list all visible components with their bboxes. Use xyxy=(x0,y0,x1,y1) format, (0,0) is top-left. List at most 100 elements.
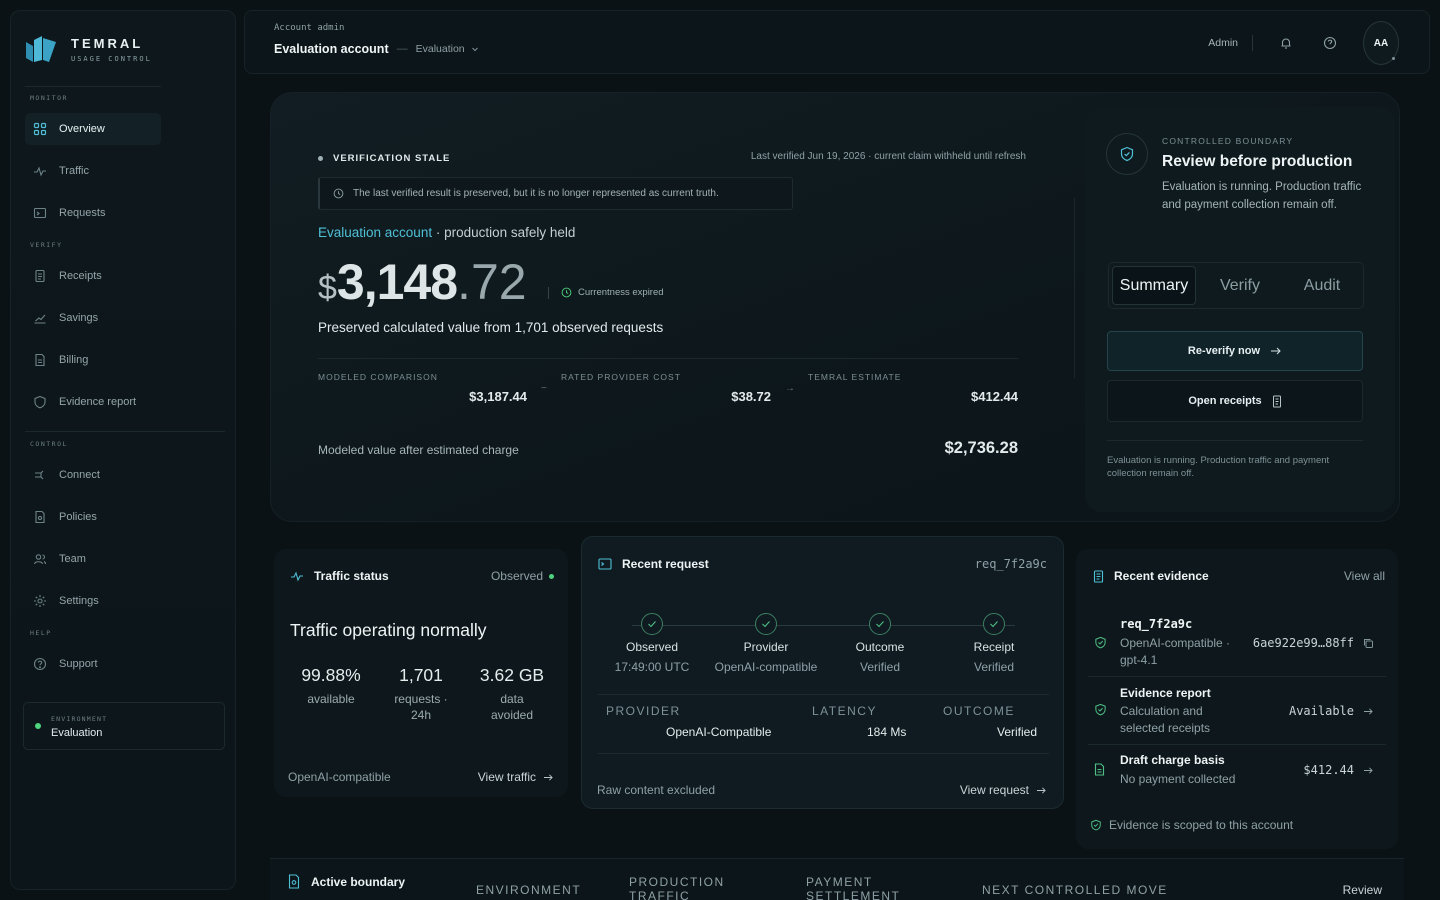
review-link[interactable]: Review xyxy=(1343,883,1382,897)
sidebar-item-billing[interactable]: Billing xyxy=(25,344,161,376)
stat-value: 3.62 GB xyxy=(479,665,545,685)
evidence-amount-value: $412.44 xyxy=(1303,763,1354,777)
tab-summary[interactable]: Summary xyxy=(1112,266,1196,305)
sidebar-item-label: Receipts xyxy=(59,270,102,282)
provider-type: OpenAI-compatible xyxy=(288,770,391,784)
sidebar-item-traffic[interactable]: Traffic xyxy=(25,155,161,187)
view-traffic-link[interactable]: View traffic xyxy=(478,770,554,784)
field-label: LATENCY xyxy=(812,704,877,718)
recent-request-card: Recent request req_7f2a9c Observed 17:49… xyxy=(581,536,1064,809)
metric-value: $3,187.44 xyxy=(469,389,527,404)
sidebar-item-savings[interactable]: Savings xyxy=(25,302,161,334)
boundary-note: Evaluation is running. Production traffi… xyxy=(1107,455,1330,479)
topbar: Account admin Evaluation account — Evalu… xyxy=(244,10,1430,74)
card-title: Recent evidence xyxy=(1114,569,1209,583)
trend-icon xyxy=(34,314,46,324)
step-status: Verified xyxy=(973,660,1015,674)
view-all-link[interactable]: View all xyxy=(1344,569,1385,583)
section-label-control: CONTROL xyxy=(30,440,68,448)
section-label-help: HELP xyxy=(30,629,52,637)
card-header: Active boundary xyxy=(288,874,405,889)
boundary-eyebrow: CONTROLLED BOUNDARY xyxy=(1162,136,1294,146)
observed-badge: Observed xyxy=(491,569,554,583)
arrow-right-icon xyxy=(1364,766,1373,774)
tab-verify[interactable]: Verify xyxy=(1202,266,1278,305)
status-dot xyxy=(318,156,323,161)
document-icon xyxy=(1094,763,1105,776)
active-boundary-strip: Active boundary ENVIRONMENT PRODUCTION T… xyxy=(270,858,1404,900)
field-value: Verified xyxy=(997,725,1038,739)
boundary-title: Review before production xyxy=(1162,153,1353,170)
card-header: Recent evidence xyxy=(1093,569,1209,583)
sidebar-item-requests[interactable]: Requests xyxy=(25,197,161,229)
tab-audit[interactable]: Audit xyxy=(1284,266,1360,305)
reverify-label: Re-verify now xyxy=(1187,345,1261,357)
step-name: Provider xyxy=(743,640,789,654)
gear-icon xyxy=(34,595,46,607)
brand-subtitle: USAGE CONTROL xyxy=(71,54,152,63)
metric-value: $412.44 xyxy=(971,389,1018,404)
account-link[interactable]: Evaluation account xyxy=(318,225,432,240)
divider xyxy=(1074,198,1075,378)
environment-selector[interactable]: Evaluation xyxy=(416,43,479,55)
document-icon xyxy=(288,874,300,889)
copy-icon[interactable] xyxy=(1363,638,1374,649)
card-title: Traffic status xyxy=(314,569,389,583)
help-button[interactable] xyxy=(1319,32,1341,54)
sidebar-item-connect[interactable]: Connect xyxy=(25,459,161,491)
divider xyxy=(1107,440,1363,441)
sidebar-item-receipts[interactable]: Receipts xyxy=(25,260,161,292)
currentness-badge: Currentness expired xyxy=(561,287,664,298)
step-provider: Provider OpenAI-compatible xyxy=(706,613,826,674)
evidence-item[interactable]: Draft charge basis No payment collected … xyxy=(1088,745,1386,797)
sidebar-item-evidence-report[interactable]: Evidence report xyxy=(25,386,161,418)
modeled-after-value: $2,736.28 xyxy=(944,439,1018,457)
evidence-status-value: Available xyxy=(1288,704,1354,718)
sidebar-item-support[interactable]: Support xyxy=(25,648,161,680)
brand[interactable]: TEMRAL USAGE CONTROL xyxy=(25,27,152,71)
preserved-description: Preserved calculated value from 1,701 ob… xyxy=(318,320,664,335)
currency-symbol: $ xyxy=(318,269,337,307)
notifications-button[interactable] xyxy=(1275,32,1297,54)
evidence-scope-note: Evidence is scoped to this account xyxy=(1090,818,1293,832)
environment-indicator[interactable]: ENVIRONMENT Evaluation xyxy=(23,702,225,750)
last-verified-text: Last verified Jun 19, 2026 · current cla… xyxy=(750,151,1026,162)
sidebar-item-policies[interactable]: Policies xyxy=(25,501,161,533)
view-request-link[interactable]: View request xyxy=(960,783,1047,797)
step-check xyxy=(755,613,777,635)
evidence-item[interactable]: req_7f2a9c OpenAI-compatible · gpt-4.1 6… xyxy=(1088,609,1386,675)
traffic-status-card: Traffic status Observed Traffic operatin… xyxy=(274,549,568,797)
open-receipts-button[interactable]: Open receipts xyxy=(1107,380,1363,422)
stale-warning: The last verified result is preserved, b… xyxy=(318,177,793,210)
divider xyxy=(25,431,225,432)
shield-check-icon xyxy=(1091,819,1101,831)
shield-check-icon xyxy=(1095,636,1106,649)
minus-sign: − xyxy=(541,383,547,394)
sidebar-item-label: Requests xyxy=(59,207,106,219)
sidebar-item-label: Settings xyxy=(59,595,99,607)
evidence-item[interactable]: Evidence report Calculation and selected… xyxy=(1088,677,1386,743)
sidebar-item-label: Support xyxy=(59,658,98,670)
sidebar-item-team[interactable]: Team xyxy=(25,543,161,575)
open-receipts-label: Open receipts xyxy=(1188,395,1262,407)
field-value: OpenAI-Compatible xyxy=(666,725,772,739)
account-line: Evaluation account · production safely h… xyxy=(318,225,575,240)
environment-value: Evaluation xyxy=(51,727,103,739)
evidence-title: req_7f2a9c xyxy=(1120,617,1193,631)
value-integer: 3,148 xyxy=(336,254,458,310)
reverify-button[interactable]: Re-verify now xyxy=(1107,331,1363,371)
sidebar-item-settings[interactable]: Settings xyxy=(25,585,161,617)
sidebar-item-overview[interactable]: Overview xyxy=(25,113,161,145)
sidebar-item-label: Evidence report xyxy=(59,396,137,408)
avatar[interactable]: AA xyxy=(1363,21,1399,65)
card-header: Traffic status xyxy=(290,569,389,583)
topbar-actions: Admin AA xyxy=(1208,21,1399,65)
temral-logo-icon xyxy=(26,36,56,62)
evidence-scope-text: Evidence is scoped to this account xyxy=(1109,818,1294,832)
step-check xyxy=(869,613,891,635)
stat-label: data avoided xyxy=(490,692,534,722)
admin-link[interactable]: Admin xyxy=(1208,35,1253,51)
view-request-label: View request xyxy=(959,783,1029,797)
chevron-down-icon xyxy=(471,47,478,52)
document-icon xyxy=(1093,569,1104,583)
